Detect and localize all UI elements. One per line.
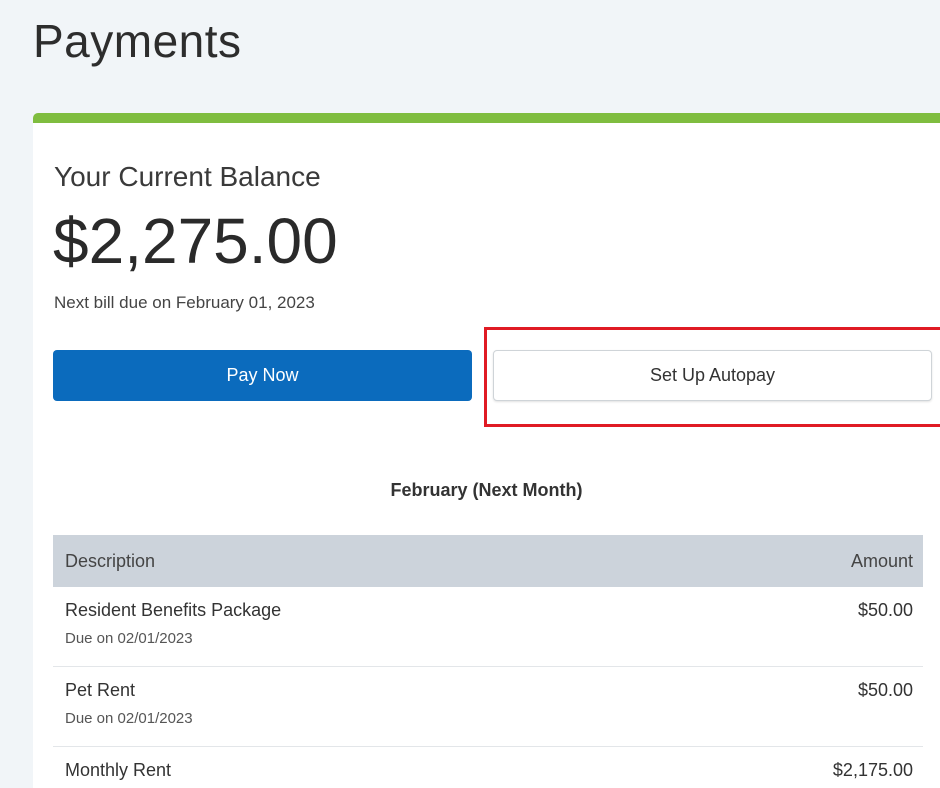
charge-name: Pet Rent bbox=[65, 680, 136, 700]
next-bill-due-text: Next bill due on February 01, 2023 bbox=[54, 293, 315, 312]
table-row: Monthly Rent $2,175.00 bbox=[53, 747, 923, 788]
balance-amount: $2,275.00 bbox=[53, 205, 338, 277]
charge-name: Resident Benefits Package bbox=[65, 600, 282, 620]
table-header: Description Amount bbox=[53, 535, 923, 587]
column-header-description: Description bbox=[65, 550, 156, 571]
charge-name: Monthly Rent bbox=[65, 760, 172, 780]
page-title: Payments bbox=[33, 15, 242, 67]
charge-due-date: Due on 02/01/2023 bbox=[65, 630, 193, 647]
column-header-amount: Amount bbox=[850, 550, 913, 571]
charges-table: Description Amount Resident Benefits Pac… bbox=[53, 535, 923, 788]
table-row: Resident Benefits Package Due on 02/01/2… bbox=[53, 587, 923, 667]
charge-amount: $50.00 bbox=[857, 680, 913, 700]
section-title: February (Next Month) bbox=[390, 480, 583, 500]
set-up-autopay-button[interactable]: Set Up Autopay bbox=[493, 350, 932, 401]
pay-now-button[interactable]: Pay Now bbox=[53, 350, 472, 401]
table-row: Pet Rent Due on 02/01/2023 $50.00 bbox=[53, 667, 923, 747]
charge-amount: $50.00 bbox=[857, 600, 913, 620]
charge-amount: $2,175.00 bbox=[832, 760, 913, 780]
charge-due-date: Due on 02/01/2023 bbox=[65, 710, 193, 727]
balance-card: Your Current Balance $2,275.00 Next bill… bbox=[33, 113, 940, 788]
balance-label: Your Current Balance bbox=[54, 161, 321, 192]
